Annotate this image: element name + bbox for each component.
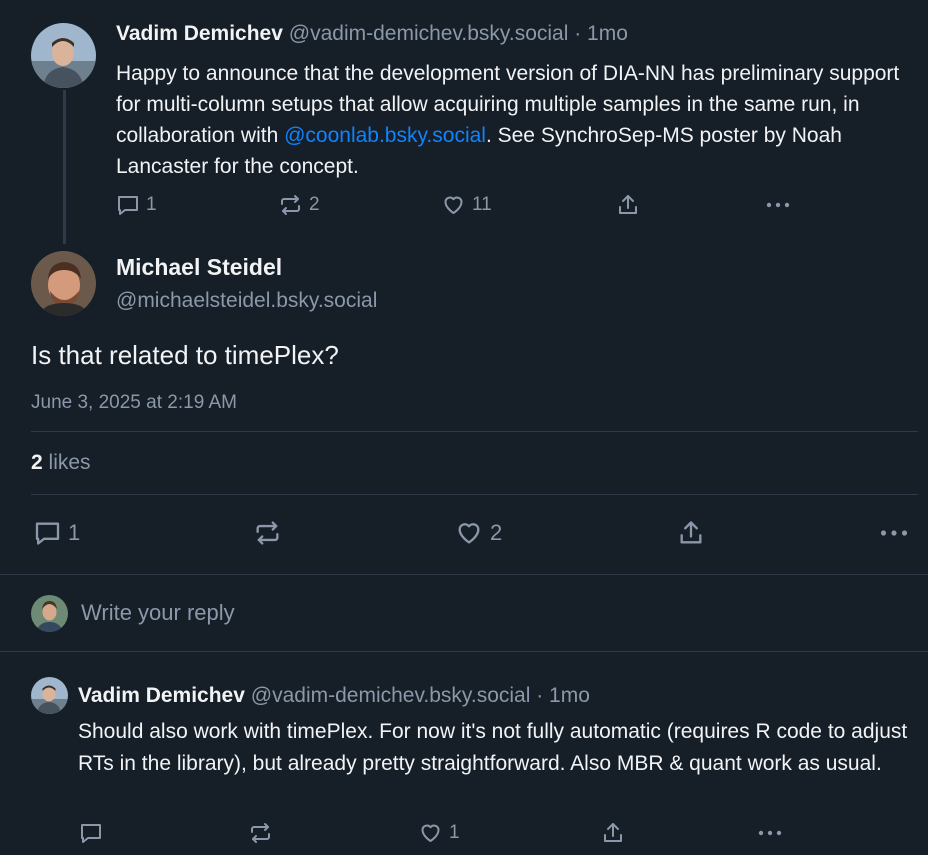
likes-count-link[interactable]: 2 likes xyxy=(31,451,91,475)
parent-author-handle[interactable]: @vadim-demichev.bsky.social xyxy=(289,22,569,45)
current-user-avatar xyxy=(31,595,68,632)
reply-like-count: 1 xyxy=(449,822,460,843)
likes-label: likes xyxy=(42,451,91,474)
focused-author-name[interactable]: Michael Steidel xyxy=(116,254,377,281)
reply-bubble-icon xyxy=(118,196,138,215)
reply-input[interactable]: Write your reply xyxy=(81,600,235,626)
parent-author-name[interactable]: Vadim Demichev xyxy=(116,22,283,45)
divider xyxy=(0,574,928,575)
parent-post-header: Vadim Demichev @vadim-demichev.bsky.soci… xyxy=(116,22,628,46)
parent-reply-count: 1 xyxy=(146,194,157,215)
divider xyxy=(0,651,928,652)
heart-icon xyxy=(421,824,440,842)
share-upload-icon xyxy=(680,521,702,544)
parent-repost-button[interactable]: 2 xyxy=(278,193,320,217)
bluesky-thread: Vadim Demichev @vadim-demichev.bsky.soci… xyxy=(0,0,928,855)
focused-more-button[interactable] xyxy=(878,519,910,547)
focused-author-avatar[interactable] xyxy=(31,251,96,316)
reply-author-avatar[interactable] xyxy=(31,677,68,714)
parent-post-text: Happy to announce that the development v… xyxy=(116,58,916,182)
repost-arrows-icon xyxy=(256,521,279,545)
reply-post-text: Should also work with timePlex. For now … xyxy=(78,720,908,775)
more-dots-icon xyxy=(758,830,782,836)
parent-repost-count: 2 xyxy=(309,194,320,215)
reply-post-header: Vadim Demichev @vadim-demichev.bsky.soci… xyxy=(78,684,590,708)
reply-like-button[interactable]: 1 xyxy=(418,821,460,845)
repost-arrows-icon xyxy=(281,195,300,215)
parent-reply-button[interactable]: 1 xyxy=(116,193,157,217)
focused-share-button[interactable] xyxy=(677,519,705,547)
more-dots-icon xyxy=(880,530,908,536)
focused-author-block: Michael Steidel @michaelsteidel.bsky.soc… xyxy=(116,254,377,313)
reply-share-button[interactable] xyxy=(601,821,625,845)
divider xyxy=(31,431,918,432)
reply-bubble-icon xyxy=(35,522,60,545)
focused-like-button[interactable]: 2 xyxy=(454,519,502,547)
reply-author-handle[interactable]: @vadim-demichev.bsky.social xyxy=(251,684,531,707)
focused-post-text: Is that related to timePlex? xyxy=(31,340,339,370)
reply-more-button[interactable] xyxy=(757,821,783,845)
divider xyxy=(31,494,918,495)
more-dots-icon xyxy=(766,202,790,208)
reply-bubble-icon xyxy=(81,824,101,843)
parent-more-button[interactable] xyxy=(765,193,791,217)
focused-author-handle[interactable]: @michaelsteidel.bsky.social xyxy=(116,289,377,313)
likes-number: 2 xyxy=(31,451,43,474)
thread-connector-line xyxy=(63,90,66,244)
parent-like-count: 11 xyxy=(472,194,492,215)
reply-post-time: · 1mo xyxy=(536,684,590,707)
focused-like-count: 2 xyxy=(490,520,503,545)
mention-link[interactable]: @coonlab.bsky.social xyxy=(284,124,486,147)
parent-like-button[interactable]: 11 xyxy=(441,193,492,217)
parent-post-time: · 1mo xyxy=(574,22,628,45)
reply-reply-button[interactable] xyxy=(79,821,103,845)
focused-repost-button[interactable] xyxy=(253,519,282,547)
repost-arrows-icon xyxy=(251,823,270,843)
reply-repost-button[interactable] xyxy=(248,821,273,845)
focused-post-timestamp[interactable]: June 3, 2025 at 2:19 AM xyxy=(31,392,237,414)
share-upload-icon xyxy=(604,823,622,842)
focused-reply-button[interactable]: 1 xyxy=(33,519,80,547)
heart-icon xyxy=(458,523,480,544)
focused-reply-count: 1 xyxy=(68,520,81,545)
parent-share-button[interactable] xyxy=(616,193,640,217)
share-upload-icon xyxy=(619,195,637,214)
heart-icon xyxy=(444,196,463,214)
parent-author-avatar[interactable] xyxy=(31,23,96,88)
reply-author-name[interactable]: Vadim Demichev xyxy=(78,684,245,707)
